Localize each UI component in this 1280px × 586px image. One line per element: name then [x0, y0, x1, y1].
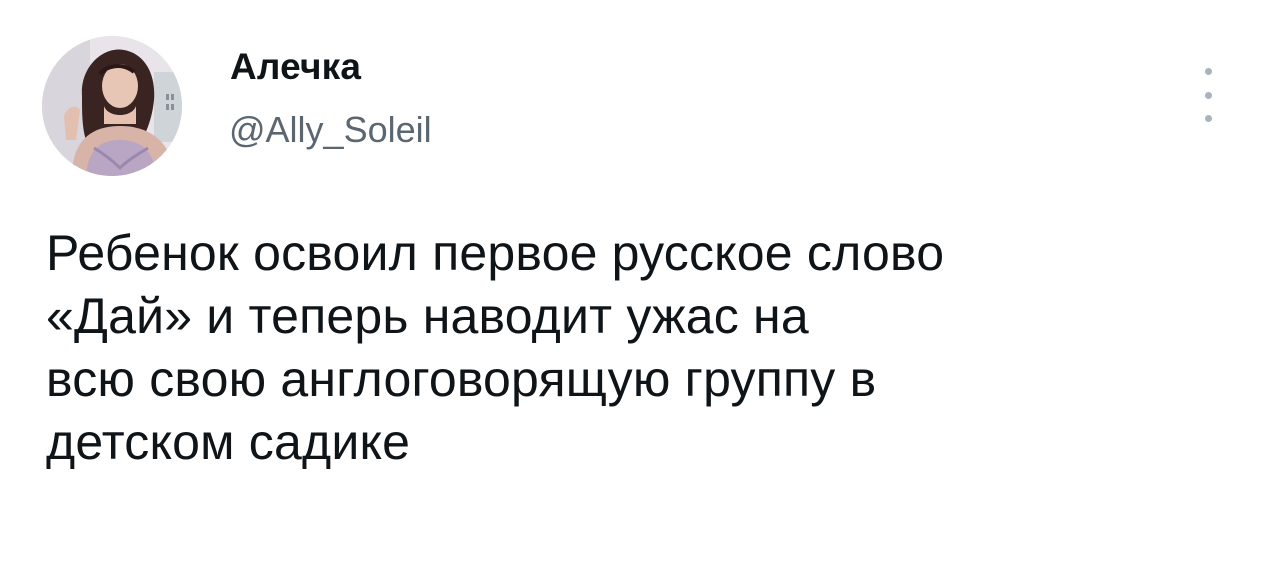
menu-dot — [1204, 115, 1212, 122]
author-display-name[interactable]: Алечка — [230, 48, 361, 85]
menu-dot — [1204, 91, 1212, 99]
tweet-text-line: детском садике — [46, 414, 411, 470]
author-handle[interactable]: @Ally_Soleil — [229, 112, 432, 148]
tweet-card: Алечка @Ally_Soleil Ребенок освоил перво… — [0, 0, 1280, 586]
tweet-text-line: «Дай» и теперь наводит ужас на — [46, 288, 809, 344]
menu-dot — [1204, 68, 1212, 75]
tweet-text-line: Ребенок освоил первое русское слово — [46, 225, 945, 281]
avatar-photo — [42, 36, 182, 176]
avatar[interactable] — [42, 36, 182, 176]
more-vertical-icon[interactable] — [1196, 68, 1220, 122]
tweet-text-line: всю свою англоговорящую группу в — [46, 351, 877, 407]
tweet-text: Ребенок освоил первое русское слово «Дай… — [46, 222, 1246, 474]
